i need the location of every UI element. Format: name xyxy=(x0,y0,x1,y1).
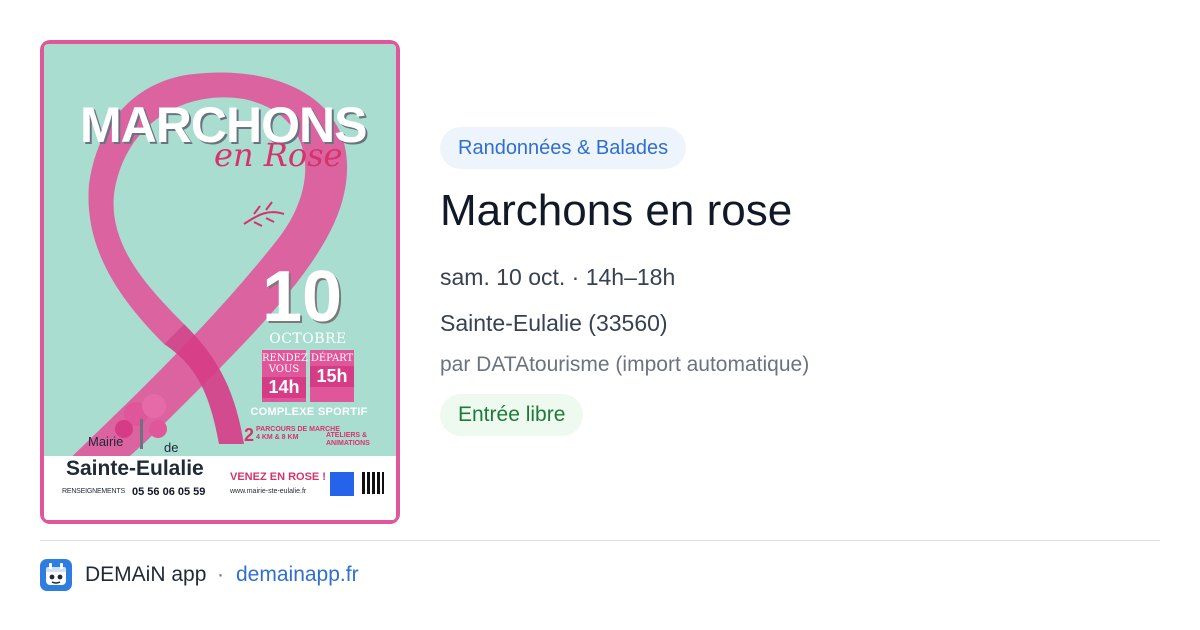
poster-depart-label: DÉPART xyxy=(310,353,354,364)
poster-day: 10 xyxy=(262,257,343,337)
poster-rendezvous-box: RENDEZ VOUS 14h xyxy=(262,350,308,402)
poster-de: de xyxy=(164,440,179,455)
poster-artwork: MARCHONS en Rose 10 OCTOBRE RENDEZ VOUS … xyxy=(44,44,396,520)
ligue-logo-icon xyxy=(330,472,354,496)
poster-website: www.mairie-ste-eulalie.fr xyxy=(230,488,307,495)
poster-venue: COMPLEXE SPORTIF xyxy=(250,406,368,418)
poster-depart-box: DÉPART 15h xyxy=(310,350,354,402)
event-date: sam. 10 oct. · 14h–18h xyxy=(440,264,676,290)
poster-ateliers: ATELIERS & ANIMATIONS xyxy=(326,432,370,447)
price-badge: Entrée libre xyxy=(440,394,584,436)
poster-depart-time: 15h xyxy=(310,366,354,387)
footer-app-name: DEMAiN app xyxy=(85,563,207,586)
poster-parcours-number: 2 xyxy=(244,425,255,445)
poster-month: OCTOBRE xyxy=(269,331,347,347)
poster-rendezvous-label: RENDEZ VOUS xyxy=(262,353,308,375)
poster-commune: Sainte-Eulalie xyxy=(66,457,204,480)
footer-divider xyxy=(40,540,1160,541)
category-badge[interactable]: Randonnées & Balades xyxy=(440,127,687,169)
poster-venez: VENEZ EN ROSE ! xyxy=(230,471,326,483)
poster-phone: 05 56 06 05 59 xyxy=(132,486,206,498)
footer-website-link[interactable]: demainapp.fr xyxy=(236,563,359,587)
event-location: Sainte-Eulalie (33560) xyxy=(440,310,668,336)
footer-separator: · xyxy=(217,563,224,586)
poster-parcours-km: 4 KM & 8 KM xyxy=(256,434,299,441)
qr-code-icon xyxy=(362,472,384,494)
poster-renseignements: RENSEIGNEMENTS xyxy=(62,488,125,495)
poster-footer-band: Mairie de Sainte-Eulalie RENSEIGNEMENTS … xyxy=(44,434,396,520)
poster-subtitle: en Rose xyxy=(214,136,343,174)
event-source: par DATAtourisme (import automatique) xyxy=(440,353,810,376)
event-poster-image[interactable]: MARCHONS en Rose 10 OCTOBRE RENDEZ VOUS … xyxy=(40,40,400,524)
poster-rendezvous-time: 14h xyxy=(262,377,306,398)
poster-mairie: Mairie xyxy=(88,434,124,449)
event-title: Marchons en rose xyxy=(440,186,793,235)
demain-app-icon xyxy=(40,559,72,591)
